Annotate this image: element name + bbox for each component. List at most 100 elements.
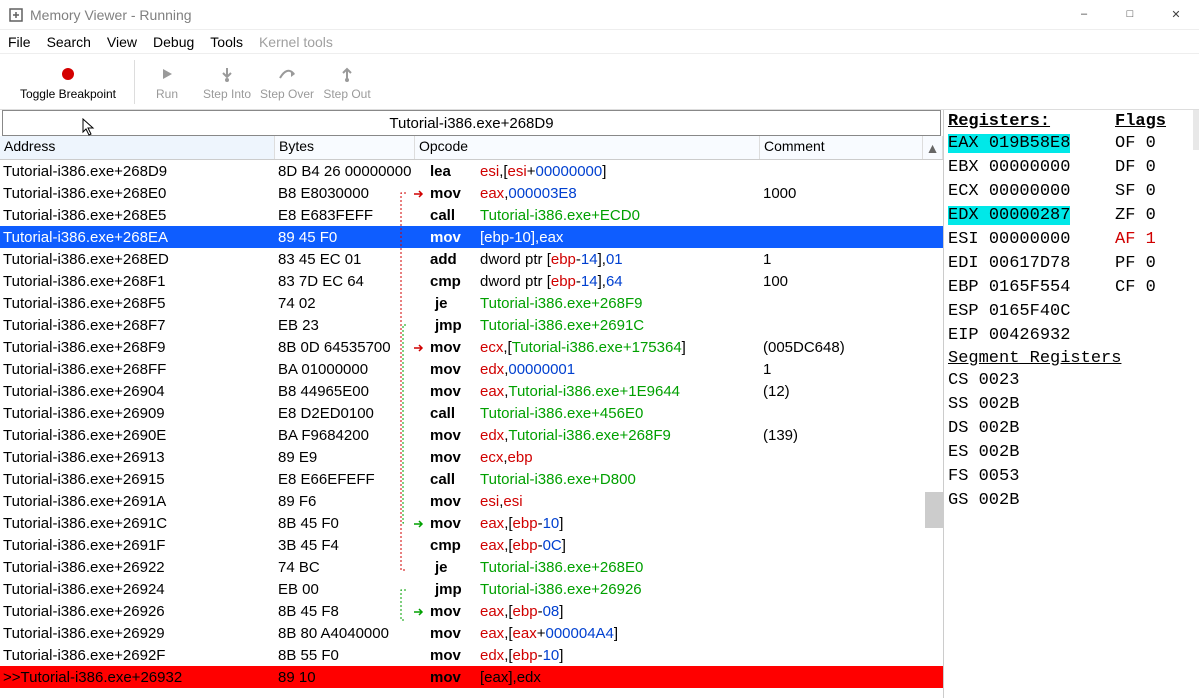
cell-mnemonic: mov [415, 185, 480, 202]
disassembly-row[interactable]: Tutorial-i386.exe+268F7EB 23jmpTutorial-… [0, 314, 943, 336]
register-row[interactable]: EAX 019B58E8OF 0 [948, 131, 1195, 155]
disassembly-row[interactable]: Tutorial-i386.exe+26915E8 E66EFEFFcallTu… [0, 468, 943, 490]
cell-mnemonic: mov [415, 383, 480, 400]
register-row[interactable]: ESP 0165F40C [948, 299, 1195, 323]
cell-operands: edx,[ebp-10] [480, 647, 760, 664]
menu-kernel-tools[interactable]: Kernel tools [259, 34, 333, 50]
disassembly-row[interactable]: Tutorial-i386.exe+2692274 BCjeTutorial-i… [0, 556, 943, 578]
menu-tools[interactable]: Tools [210, 34, 243, 50]
cell-address: Tutorial-i386.exe+268F1 [0, 273, 275, 290]
disassembly-row[interactable]: Tutorial-i386.exe+26924EB 00jmpTutorial-… [0, 578, 943, 600]
cell-address: Tutorial-i386.exe+26926 [0, 603, 275, 620]
cell-bytes: 8B 45 F8 [275, 603, 415, 620]
minimize-button[interactable]: – [1061, 0, 1107, 28]
disassembly-row[interactable]: Tutorial-i386.exe+2691C8B 45 F0moveax,[e… [0, 512, 943, 534]
cell-operands: eax,Tutorial-i386.exe+1E9644 [480, 383, 760, 400]
cell-address: Tutorial-i386.exe+268ED [0, 251, 275, 268]
disassembly-row[interactable]: >>Tutorial-i386.exe+2693289 10mov[eax],e… [0, 666, 943, 688]
cell-address: Tutorial-i386.exe+26909 [0, 405, 275, 422]
cell-comment: (139) [760, 427, 943, 444]
menu-search[interactable]: Search [47, 34, 91, 50]
step-over-button[interactable]: Step Over [257, 57, 317, 107]
disassembly-row[interactable]: Tutorial-i386.exe+26904B8 44965E00moveax… [0, 380, 943, 402]
segment-register-row[interactable]: SS 002B [948, 392, 1195, 416]
register-row[interactable]: EBP 0165F554CF 0 [948, 275, 1195, 299]
window-title: Memory Viewer - Running [30, 7, 192, 23]
disassembly-row[interactable]: Tutorial-i386.exe+268F183 7D EC 64cmpdwo… [0, 270, 943, 292]
disassembly-rows[interactable]: Tutorial-i386.exe+268D98D B4 26 00000000… [0, 160, 943, 698]
cell-operands: dword ptr [ebp-14],01 [480, 251, 760, 268]
cell-address: Tutorial-i386.exe+26924 [0, 581, 275, 598]
disassembly-row[interactable]: Tutorial-i386.exe+268D98D B4 26 00000000… [0, 160, 943, 182]
cell-mnemonic: mov [415, 493, 480, 510]
cell-address: Tutorial-i386.exe+26913 [0, 449, 275, 466]
disassembly-row[interactable]: Tutorial-i386.exe+269268B 45 F8moveax,[e… [0, 600, 943, 622]
step-out-icon [339, 63, 355, 85]
disassembly-panel: Tutorial-i386.exe+268D9 Address Bytes Op… [0, 110, 944, 698]
disassembly-row[interactable]: Tutorial-i386.exe+268FFBA 01000000movedx… [0, 358, 943, 380]
disassembly-row[interactable]: Tutorial-i386.exe+268F574 02jeTutorial-i… [0, 292, 943, 314]
scroll-up-icon[interactable]: ▲ [923, 136, 943, 159]
cell-operands: Tutorial-i386.exe+268F9 [480, 295, 760, 312]
cell-mnemonic: mov [415, 339, 480, 356]
menu-file[interactable]: File [8, 34, 31, 50]
cell-mnemonic: call [415, 405, 480, 422]
header-bytes[interactable]: Bytes [275, 136, 415, 159]
jump-arrow-icon [414, 606, 424, 620]
cell-mnemonic: lea [415, 163, 480, 180]
segment-register-row[interactable]: GS 002B [948, 488, 1195, 512]
cell-operands: [ebp-10],eax [480, 229, 760, 246]
register-row[interactable]: EIP 00426932 [948, 323, 1195, 347]
cell-bytes: 89 45 F0 [275, 229, 415, 246]
step-out-button[interactable]: Step Out [317, 57, 377, 107]
column-headers: Address Bytes Opcode Comment ▲ [0, 136, 943, 160]
cell-operands: ecx,[Tutorial-i386.exe+175364] [480, 339, 760, 356]
disassembly-row[interactable]: Tutorial-i386.exe+2692F8B 55 F0movedx,[e… [0, 644, 943, 666]
disassembly-row[interactable]: Tutorial-i386.exe+26909E8 D2ED0100callTu… [0, 402, 943, 424]
register-row[interactable]: EDX 00000287ZF 0 [948, 203, 1195, 227]
menu-view[interactable]: View [107, 34, 137, 50]
disassembly-row[interactable]: Tutorial-i386.exe+268ED83 45 EC 01adddwo… [0, 248, 943, 270]
run-button[interactable]: Run [137, 57, 197, 107]
register-row[interactable]: EDI 00617D78PF 0 [948, 251, 1195, 275]
cell-mnemonic: mov [415, 625, 480, 642]
scrollbar-thumb[interactable] [925, 492, 943, 528]
step-into-button[interactable]: Step Into [197, 57, 257, 107]
segment-register-row[interactable]: DS 002B [948, 416, 1195, 440]
cell-bytes: 8B 55 F0 [275, 647, 415, 664]
segment-register-row[interactable]: ES 002B [948, 440, 1195, 464]
disassembly-row[interactable]: Tutorial-i386.exe+268E0B8 E8030000moveax… [0, 182, 943, 204]
cell-mnemonic: call [415, 471, 480, 488]
cell-operands: Tutorial-i386.exe+456E0 [480, 405, 760, 422]
register-row[interactable]: ESI 00000000AF 1 [948, 227, 1195, 251]
cell-bytes: B8 44965E00 [275, 383, 415, 400]
segment-register-row[interactable]: FS 0053 [948, 464, 1195, 488]
cell-address: Tutorial-i386.exe+268D9 [0, 163, 275, 180]
cell-comment: (005DC648) [760, 339, 943, 356]
header-opcode[interactable]: Opcode [415, 136, 760, 159]
cell-comment: 1 [760, 251, 943, 268]
segment-register-row[interactable]: CS 0023 [948, 368, 1195, 392]
toggle-breakpoint-button[interactable]: Toggle Breakpoint [4, 57, 132, 107]
cell-bytes: 8D B4 26 00000000 [275, 163, 415, 180]
maximize-button[interactable]: □ [1107, 0, 1153, 28]
disassembly-row[interactable]: Tutorial-i386.exe+2691389 E9movecx,ebp [0, 446, 943, 468]
disassembly-row[interactable]: Tutorial-i386.exe+2690EBA F9684200movedx… [0, 424, 943, 446]
current-address-bar[interactable]: Tutorial-i386.exe+268D9 [2, 110, 941, 136]
disassembly-row[interactable]: Tutorial-i386.exe+268EA89 45 F0mov[ebp-1… [0, 226, 943, 248]
disassembly-row[interactable]: Tutorial-i386.exe+2691F3B 45 F4cmpeax,[e… [0, 534, 943, 556]
cell-bytes: 89 F6 [275, 493, 415, 510]
register-row[interactable]: ECX 00000000SF 0 [948, 179, 1195, 203]
register-row[interactable]: EBX 00000000DF 0 [948, 155, 1195, 179]
cell-operands: Tutorial-i386.exe+D800 [480, 471, 760, 488]
close-button[interactable]: ✕ [1153, 0, 1199, 28]
disassembly-row[interactable]: Tutorial-i386.exe+268F98B 0D 64535700mov… [0, 336, 943, 358]
header-address[interactable]: Address [0, 136, 275, 159]
header-comment[interactable]: Comment [760, 136, 923, 159]
disassembly-row[interactable]: Tutorial-i386.exe+2691A89 F6movesi,esi [0, 490, 943, 512]
disassembly-row[interactable]: Tutorial-i386.exe+269298B 80 A4040000mov… [0, 622, 943, 644]
menu-debug[interactable]: Debug [153, 34, 194, 50]
cell-comment: 1000 [760, 185, 943, 202]
disassembly-row[interactable]: Tutorial-i386.exe+268E5E8 E683FEFFcallTu… [0, 204, 943, 226]
cell-address: >>Tutorial-i386.exe+26932 [0, 669, 275, 686]
